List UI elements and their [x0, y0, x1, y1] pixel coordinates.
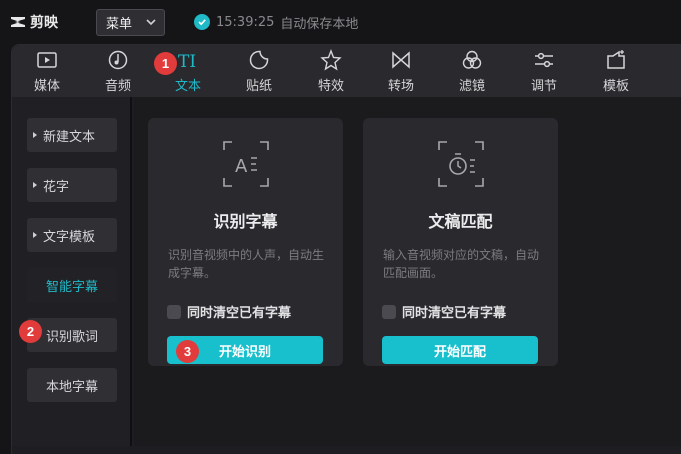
tab-sticker[interactable]: 贴纸	[229, 49, 289, 95]
sidebar-item-smart-subtitles[interactable]: 智能字幕	[27, 268, 117, 302]
script-match-icon	[438, 141, 484, 187]
capcut-logo-icon	[10, 14, 26, 30]
step-badge-2: 2	[19, 320, 42, 343]
tab-label: 转场	[387, 79, 414, 94]
expand-arrow-icon	[33, 182, 37, 188]
tab-adjust[interactable]: 调节	[514, 49, 574, 95]
sidebar-item-label: 文字模板	[43, 229, 96, 245]
sidebar-item-local-subtitles[interactable]: 本地字幕	[27, 368, 117, 402]
transition-icon	[392, 51, 410, 69]
tab-label: 贴纸	[245, 79, 272, 94]
tab-label: 模板	[602, 79, 629, 94]
step-badge-1: 1	[154, 52, 177, 75]
expand-arrow-icon	[33, 232, 37, 238]
tab-label: 调节	[530, 79, 557, 94]
card-description: 输入音视频对应的文稿，自动匹配画面。	[383, 248, 540, 280]
tab-template[interactable]: 模板	[586, 49, 646, 95]
tab-media[interactable]: 媒体	[17, 49, 77, 95]
media-icon	[37, 52, 57, 68]
tab-audio[interactable]: 音频	[88, 49, 148, 95]
app-name: 剪映	[30, 15, 58, 31]
tab-label: 音频	[104, 79, 131, 94]
card-title: 识别字幕	[213, 212, 278, 231]
checkbox-label: 同时清空已有字幕	[187, 306, 292, 321]
sidebar: 新建文本 花字 文字模板 智能字幕 识别歌词 本地字幕	[12, 97, 132, 446]
save-text: 自动保存本地	[280, 16, 359, 32]
menu-label: 菜单	[106, 17, 133, 32]
filter-icon	[462, 50, 482, 69]
check-circle-icon	[194, 14, 210, 30]
sticker-icon	[249, 50, 269, 70]
expand-arrow-icon	[33, 132, 37, 138]
autosave-status: 15:39:25 自动保存本地	[194, 12, 358, 32]
checkbox-icon[interactable]	[382, 304, 396, 319]
template-icon	[607, 50, 625, 69]
sidebar-item-label: 本地字幕	[45, 379, 98, 395]
tab-label: 媒体	[33, 79, 60, 94]
sidebar-item-label: 识别歌词	[45, 329, 98, 345]
recognize-subtitles-card: A 识别字幕 识别音视频中的人声，自动生成字幕。 同时清空已有字幕 开始识别	[148, 118, 343, 366]
adjust-icon	[535, 52, 553, 68]
sidebar-item-fancy-text[interactable]: 花字	[27, 168, 117, 202]
card-title: 文稿匹配	[428, 212, 493, 231]
effects-icon	[320, 49, 342, 71]
start-match-button[interactable]: 开始匹配	[382, 336, 538, 364]
sidebar-item-label: 花字	[43, 179, 70, 195]
menu-dropdown[interactable]: 菜单	[96, 9, 165, 36]
tab-transition[interactable]: 转场	[371, 49, 431, 95]
tab-label: 特效	[317, 79, 344, 94]
top-toolbar: 媒体 音频 TI 文本 贴纸 特效 转场 滤镜 调节 模板	[12, 45, 681, 97]
sidebar-item-text-template[interactable]: 文字模板	[27, 218, 117, 252]
tab-filter[interactable]: 滤镜	[442, 49, 502, 95]
checkbox-label: 同时清空已有字幕	[402, 306, 507, 321]
checkbox-icon[interactable]	[167, 304, 181, 319]
clear-existing-checkbox[interactable]: 同时清空已有字幕	[382, 302, 506, 321]
svg-text:A: A	[235, 156, 248, 177]
text-icon: TI	[178, 52, 196, 71]
app-logo: 剪映	[10, 10, 58, 34]
clear-existing-checkbox[interactable]: 同时清空已有字幕	[167, 302, 291, 321]
tab-effects[interactable]: 特效	[301, 49, 361, 95]
audio-icon	[108, 50, 128, 70]
script-match-card: 文稿匹配 输入音视频对应的文稿，自动匹配画面。 同时清空已有字幕 开始匹配	[363, 118, 558, 366]
sidebar-item-label: 新建文本	[43, 129, 96, 145]
tab-label: 文本	[174, 79, 201, 94]
svg-text:TI: TI	[178, 52, 196, 71]
tab-label: 滤镜	[458, 79, 485, 94]
sidebar-item-new-text[interactable]: 新建文本	[27, 118, 117, 152]
card-description: 识别音视频中的人声，自动生成字幕。	[168, 248, 325, 280]
save-time: 15:39:25	[216, 14, 275, 30]
chevron-down-icon	[146, 15, 156, 30]
subtitle-recognize-icon: A	[223, 141, 269, 187]
step-badge-3: 3	[176, 340, 199, 363]
sidebar-item-label: 智能字幕	[45, 279, 98, 295]
